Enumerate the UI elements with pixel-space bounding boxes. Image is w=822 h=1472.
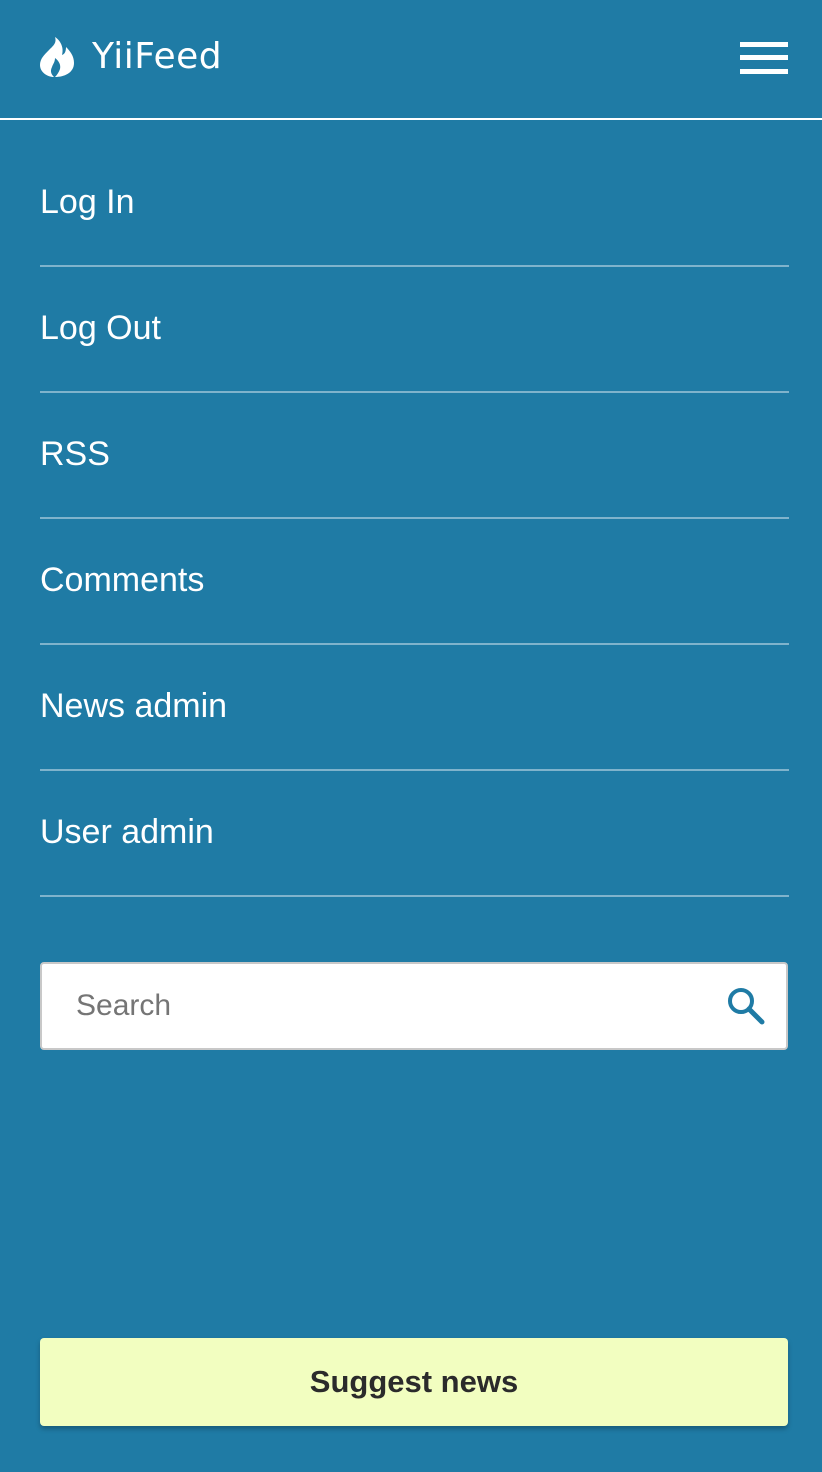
brand-link[interactable]: YiiFeed: [40, 36, 222, 78]
hamburger-menu-icon[interactable]: [740, 42, 788, 74]
nav-item-rss: RSS: [40, 393, 789, 519]
suggest-news-button[interactable]: Suggest news: [40, 1338, 788, 1426]
nav-link-comments[interactable]: Comments: [40, 560, 789, 600]
main-nav-menu: Log In Log Out RSS Comments News admin U…: [40, 141, 789, 897]
nav-link-log-out[interactable]: Log Out: [40, 308, 789, 348]
nav-item-log-in: Log In: [40, 141, 789, 267]
nav-link-news-admin[interactable]: News admin: [40, 686, 789, 726]
nav-item-log-out: Log Out: [40, 267, 789, 393]
nav-link-rss[interactable]: RSS: [40, 434, 789, 474]
top-navbar: YiiFeed: [0, 0, 822, 120]
search-icon[interactable]: [726, 986, 766, 1026]
nav-item-user-admin: User admin: [40, 771, 789, 897]
nav-item-news-admin: News admin: [40, 645, 789, 771]
search-form: [40, 962, 788, 1050]
search-input[interactable]: [42, 964, 702, 1048]
brand-name: YiiFeed: [92, 36, 223, 77]
nav-link-log-in[interactable]: Log In: [40, 182, 789, 222]
nav-item-comments: Comments: [40, 519, 789, 645]
nav-link-user-admin[interactable]: User admin: [40, 812, 789, 852]
flame-icon: [40, 37, 74, 77]
